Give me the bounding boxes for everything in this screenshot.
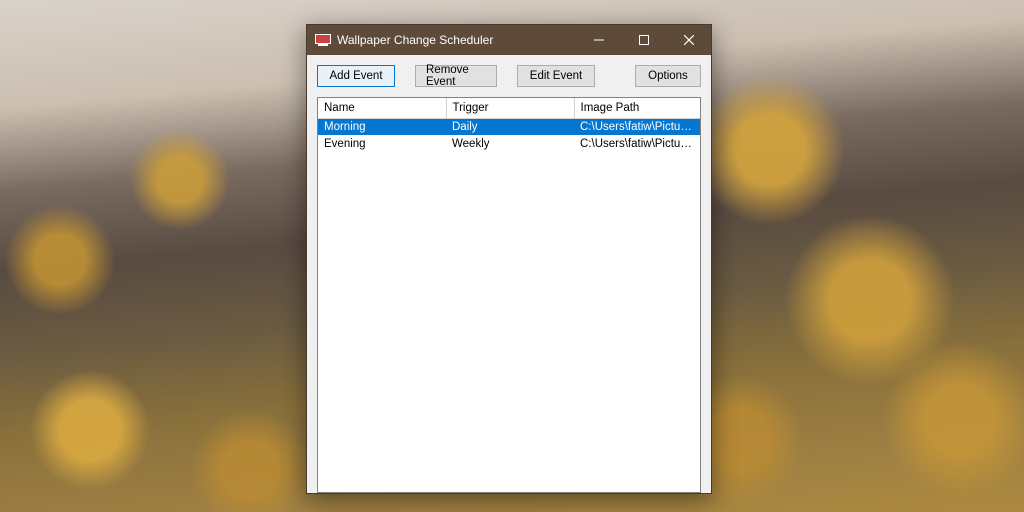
desktop-background: Wallpaper Change Scheduler Add Event Rem…: [0, 0, 1024, 512]
cell-trigger: Daily: [446, 118, 574, 135]
app-icon: [315, 34, 331, 46]
column-header-image-path[interactable]: Image Path: [574, 98, 700, 118]
close-button[interactable]: [666, 25, 711, 55]
minimize-button[interactable]: [576, 25, 621, 55]
maximize-button[interactable]: [621, 25, 666, 55]
cell-image-path: C:\Users\fatiw\Pictures\wall...: [574, 118, 700, 135]
column-header-name[interactable]: Name: [318, 98, 446, 118]
event-list[interactable]: Name Trigger Image Path Morning Daily C:…: [317, 97, 701, 493]
table-row[interactable]: Morning Daily C:\Users\fatiw\Pictures\wa…: [318, 118, 700, 135]
options-button[interactable]: Options: [635, 65, 701, 87]
column-header-trigger[interactable]: Trigger: [446, 98, 574, 118]
table-header-row: Name Trigger Image Path: [318, 98, 700, 118]
titlebar[interactable]: Wallpaper Change Scheduler: [307, 25, 711, 55]
remove-event-button[interactable]: Remove Event: [415, 65, 497, 87]
toolbar: Add Event Remove Event Edit Event Option…: [307, 55, 711, 93]
add-event-button[interactable]: Add Event: [317, 65, 395, 87]
edit-event-button[interactable]: Edit Event: [517, 65, 595, 87]
window-title: Wallpaper Change Scheduler: [337, 33, 493, 47]
cell-name: Evening: [318, 135, 446, 152]
cell-name: Morning: [318, 118, 446, 135]
cell-image-path: C:\Users\fatiw\Pictures\wall...: [574, 135, 700, 152]
cell-trigger: Weekly: [446, 135, 574, 152]
table-row[interactable]: Evening Weekly C:\Users\fatiw\Pictures\w…: [318, 135, 700, 152]
app-window: Wallpaper Change Scheduler Add Event Rem…: [306, 24, 712, 494]
